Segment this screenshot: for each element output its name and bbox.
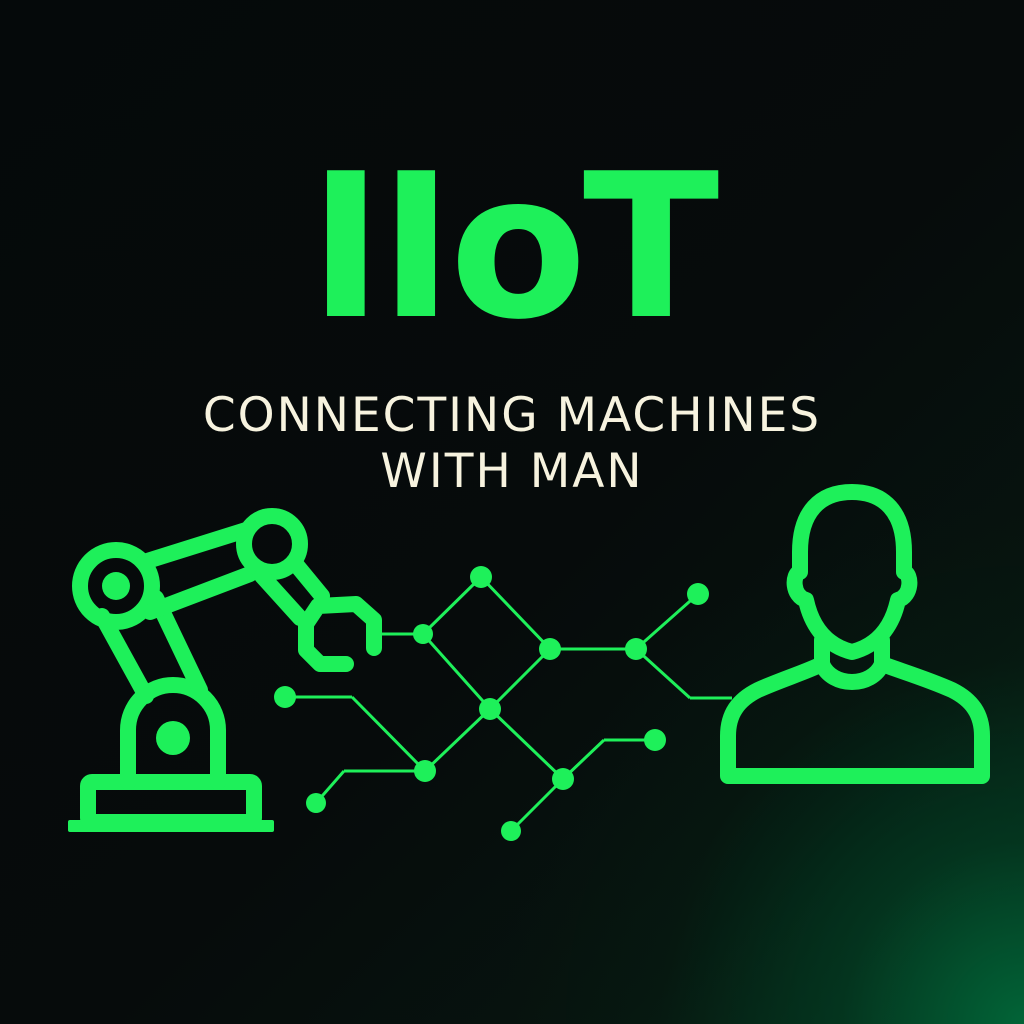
illustration bbox=[68, 484, 990, 841]
network-node bbox=[552, 768, 574, 790]
robot-pedestal-joint bbox=[156, 721, 190, 755]
person-icon bbox=[720, 484, 990, 784]
network-node bbox=[539, 638, 561, 660]
network-node bbox=[625, 638, 647, 660]
network-node bbox=[306, 793, 326, 813]
network-node bbox=[479, 698, 501, 720]
network-node bbox=[501, 821, 521, 841]
poster: IIoT CONNECTING MACHINES WITH MAN bbox=[0, 0, 1024, 1024]
robot-shoulder-pin bbox=[102, 572, 130, 600]
network-node bbox=[644, 729, 666, 751]
network-node bbox=[274, 686, 296, 708]
robot-base-block bbox=[80, 774, 262, 830]
person-head bbox=[786, 484, 918, 660]
network-node bbox=[687, 583, 709, 605]
person-shoulders bbox=[720, 656, 990, 784]
network-node bbox=[414, 760, 436, 782]
robot-upper-arm bbox=[136, 522, 258, 620]
network-node bbox=[470, 566, 492, 588]
robot-arm-icon bbox=[68, 508, 382, 832]
robot-gripper bbox=[298, 596, 382, 672]
network-node bbox=[413, 624, 433, 644]
